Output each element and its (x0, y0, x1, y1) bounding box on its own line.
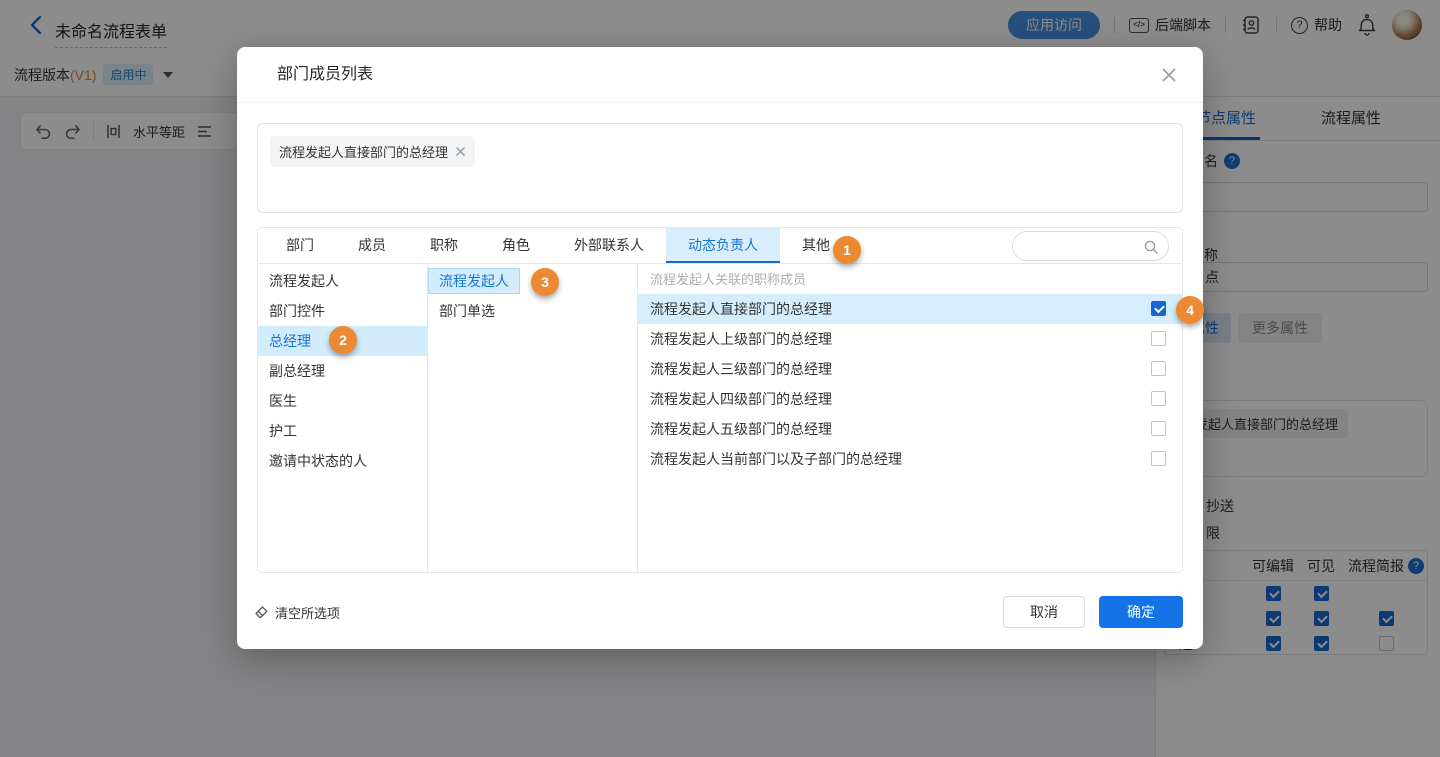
member-option[interactable]: 流程发起人上级部门的总经理 (638, 324, 1182, 354)
step-badge-1: 1 (833, 236, 861, 264)
search-icon (1144, 240, 1158, 254)
member-checkbox[interactable] (1151, 301, 1166, 316)
search-input[interactable] (1012, 231, 1169, 261)
tab-role[interactable]: 角色 (480, 228, 552, 263)
member-option[interactable]: 流程发起人五级部门的总经理 (638, 414, 1182, 444)
list-item[interactable]: 护工 (258, 416, 427, 446)
department-member-dialog: 部门成员列表 流程发起人直接部门的总经理 部门 成员 职称 角色 外部联系人 动… (237, 47, 1204, 649)
selected-tag: 流程发起人直接部门的总经理 (270, 136, 476, 167)
member-option[interactable]: 流程发起人三级部门的总经理 (638, 354, 1182, 384)
list-item[interactable]: 部门单选 (428, 296, 637, 326)
member-option[interactable]: 流程发起人四级部门的总经理 (638, 384, 1182, 414)
selected-items-box: 流程发起人直接部门的总经理 (257, 123, 1183, 213)
clear-selection-button[interactable]: 清空所选项 (254, 603, 340, 622)
list-item[interactable]: 邀请中状态的人 (258, 446, 427, 476)
tab-department[interactable]: 部门 (264, 228, 336, 263)
close-icon[interactable] (1161, 67, 1177, 83)
eraser-icon (255, 606, 268, 619)
member-option-list: 流程发起人关联的职称成员 流程发起人直接部门的总经理 流程发起人上级部门的总经理… (638, 264, 1182, 573)
step-badge-4: 4 (1176, 296, 1204, 324)
list-item-selected[interactable]: 流程发起人 (428, 268, 520, 294)
dialog-title: 部门成员列表 (277, 66, 374, 83)
dynamic-owner-category-list: 流程发起人 部门控件 总经理 副总经理 医生 护工 邀请中状态的人 (258, 264, 428, 573)
member-checkbox[interactable] (1151, 361, 1166, 376)
owner-source-list: 流程发起人 部门单选 (428, 264, 638, 573)
list-item[interactable]: 流程发起人 (258, 266, 427, 296)
list-item[interactable]: 副总经理 (258, 356, 427, 386)
tab-external-contact[interactable]: 外部联系人 (552, 228, 666, 263)
member-checkbox[interactable] (1151, 331, 1166, 346)
list-item[interactable]: 医生 (258, 386, 427, 416)
member-picker: 部门 成员 职称 角色 外部联系人 动态负责人 其他 流程发起人 部门控件 总经… (257, 227, 1183, 573)
tab-member[interactable]: 成员 (336, 228, 408, 263)
member-list-header: 流程发起人关联的职称成员 (650, 272, 807, 287)
member-option[interactable]: 流程发起人直接部门的总经理 (638, 294, 1182, 324)
picker-tabs: 部门 成员 职称 角色 外部联系人 动态负责人 其他 (258, 228, 1182, 264)
member-checkbox[interactable] (1151, 421, 1166, 436)
tab-dynamic-owner[interactable]: 动态负责人 (666, 228, 780, 263)
confirm-button[interactable]: 确定 (1099, 596, 1183, 628)
step-badge-2: 2 (329, 326, 357, 354)
member-option[interactable]: 流程发起人当前部门以及子部门的总经理 (638, 444, 1182, 474)
list-item[interactable]: 部门控件 (258, 296, 427, 326)
member-checkbox[interactable] (1151, 451, 1166, 466)
remove-tag-icon[interactable] (455, 146, 466, 157)
step-badge-3: 3 (531, 268, 559, 296)
cancel-button[interactable]: 取消 (1003, 596, 1085, 628)
member-checkbox[interactable] (1151, 391, 1166, 406)
tab-title[interactable]: 职称 (408, 228, 480, 263)
